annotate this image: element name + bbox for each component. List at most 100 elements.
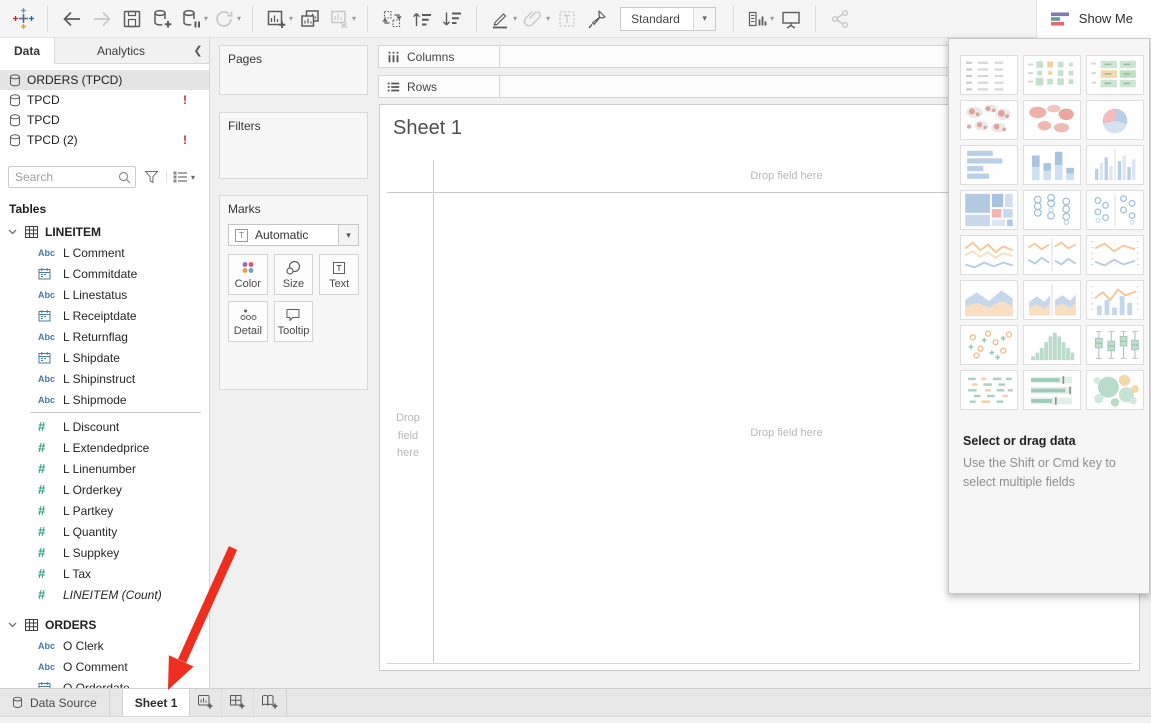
datasource-item[interactable]: TPCD: [0, 110, 209, 130]
marks-tooltip-button[interactable]: Tooltip: [274, 301, 314, 342]
mark-type-dropdown[interactable]: T Automatic ▾: [228, 224, 359, 246]
redo-button[interactable]: [89, 5, 115, 33]
showme-histogram[interactable]: [1023, 325, 1081, 365]
showme-highlight-table[interactable]: [1086, 55, 1144, 95]
marks-color-button[interactable]: Color: [228, 254, 268, 295]
marks-size-button[interactable]: Size: [274, 254, 314, 295]
search-input[interactable]: [8, 166, 136, 188]
new-sheet-icon: [197, 694, 214, 712]
datasource-item[interactable]: TPCD!: [0, 90, 209, 110]
field-item[interactable]: #L Tax: [0, 563, 209, 584]
field-item[interactable]: #LINEITEM (Count): [0, 584, 209, 605]
field-item[interactable]: #L Partkey: [0, 500, 209, 521]
field-item[interactable]: AbcL Returnflag: [0, 326, 209, 347]
field-item[interactable]: AbcL Shipinstruct: [0, 368, 209, 389]
field-label: L Shipmode: [63, 393, 127, 407]
duplicate-sheet-button[interactable]: [297, 5, 323, 33]
collapse-pane-icon[interactable]: ❮: [187, 38, 209, 63]
showme-gantt[interactable]: [960, 370, 1018, 410]
showme-side-by-side-circles[interactable]: [1086, 190, 1144, 230]
field-item[interactable]: AbcO Clerk: [0, 635, 209, 656]
showme-dual-lines[interactable]: [1086, 235, 1144, 275]
showme-continuous-area[interactable]: [960, 280, 1018, 320]
showme-stacked-bars[interactable]: [1023, 145, 1081, 185]
field-item[interactable]: AbcL Linestatus: [0, 284, 209, 305]
tab-data-source[interactable]: Data Source: [0, 689, 110, 716]
marks-text-button[interactable]: Text: [319, 254, 359, 295]
filter-fields-icon[interactable]: [141, 170, 161, 184]
calendar-icon: [38, 267, 63, 280]
field-item[interactable]: O Orderdate: [0, 677, 209, 688]
showme-packed-bubbles[interactable]: [1086, 370, 1144, 410]
tab-analytics[interactable]: Analytics: [55, 38, 187, 63]
group-members-button[interactable]: ▾: [521, 5, 550, 33]
run-update-button[interactable]: ▾: [212, 5, 241, 33]
new-data-source-button[interactable]: [149, 5, 175, 33]
showme-treemap[interactable]: [960, 190, 1018, 230]
new-story-tab-button[interactable]: [254, 689, 286, 716]
field-item[interactable]: #L Quantity: [0, 521, 209, 542]
showme-horizontal-bars[interactable]: [960, 145, 1018, 185]
show-me-button[interactable]: Show Me: [1036, 0, 1151, 38]
field-item[interactable]: AbcL Comment: [0, 242, 209, 263]
highlight-button[interactable]: ▾: [488, 5, 517, 33]
chevron-down-icon: [8, 229, 18, 235]
swap-rows-and-columns-button[interactable]: [379, 5, 405, 33]
field-item[interactable]: L Commitdate: [0, 263, 209, 284]
showme-discrete-area[interactable]: [1023, 280, 1081, 320]
marks-detail-button[interactable]: Detail: [228, 301, 268, 342]
showme-discrete-lines[interactable]: [1023, 235, 1081, 275]
showme-continuous-lines[interactable]: [960, 235, 1018, 275]
chevron-down-icon[interactable]: ▾: [338, 225, 358, 245]
new-worksheet-tab-button[interactable]: [190, 689, 222, 716]
tab-data[interactable]: Data: [0, 38, 55, 64]
presentation-mode-button[interactable]: [778, 5, 804, 33]
table-group-header[interactable]: LINEITEM: [0, 221, 209, 242]
showme-side-by-side-bars[interactable]: [1086, 145, 1144, 185]
new-dashboard-tab-button[interactable]: [222, 689, 254, 716]
showme-pie-chart[interactable]: [1086, 100, 1144, 140]
showme-text-table[interactable]: [960, 55, 1018, 95]
datasource-item[interactable]: ORDERS (TPCD): [0, 70, 209, 90]
clear-sheet-button[interactable]: ▾: [327, 5, 356, 33]
fix-axes-button[interactable]: [584, 5, 610, 33]
show-hide-cards-button[interactable]: ▾: [745, 5, 774, 33]
filters-shelf[interactable]: Filters: [219, 112, 368, 179]
table-group-header[interactable]: ORDERS: [0, 614, 209, 635]
showme-filled-map[interactable]: [1023, 100, 1081, 140]
view-options-icon[interactable]: ▾: [166, 171, 195, 183]
field-item[interactable]: #L Linenumber: [0, 458, 209, 479]
field-item[interactable]: L Shipdate: [0, 347, 209, 368]
pages-shelf[interactable]: Pages: [219, 45, 368, 95]
undo-button[interactable]: [59, 5, 85, 33]
new-worksheet-button[interactable]: ▾: [264, 5, 293, 33]
field-item[interactable]: #L Extendedprice: [0, 437, 209, 458]
field-item[interactable]: #L Discount: [0, 416, 209, 437]
drop-zone-rows[interactable]: Drop field here: [386, 410, 430, 463]
tableau-logo-button[interactable]: [10, 5, 36, 33]
showme-circle-views[interactable]: [1023, 190, 1081, 230]
sort-ascending-button[interactable]: [409, 5, 435, 33]
presentation-icon: [779, 7, 803, 31]
field-item[interactable]: #L Orderkey: [0, 479, 209, 500]
showme-heat-map[interactable]: [1023, 55, 1081, 95]
showme-bullet-graph[interactable]: [1023, 370, 1081, 410]
field-item[interactable]: AbcL Shipmode: [0, 389, 209, 410]
sort-descending-button[interactable]: [439, 5, 465, 33]
datasource-item[interactable]: TPCD (2)!: [0, 130, 209, 150]
showme-scatter-plot[interactable]: [960, 325, 1018, 365]
tab-sheet-1[interactable]: Sheet 1: [122, 689, 191, 716]
pause-auto-updates-button[interactable]: ▾: [179, 5, 208, 33]
field-item[interactable]: #L Suppkey: [0, 542, 209, 563]
showme-dual-combination[interactable]: [1086, 280, 1144, 320]
show-mark-labels-button[interactable]: [554, 5, 580, 33]
add-data-icon: [150, 7, 174, 31]
field-item[interactable]: L Receiptdate: [0, 305, 209, 326]
chevron-down-icon: ▾: [513, 14, 517, 23]
fit-selector[interactable]: Standard▾: [620, 7, 716, 31]
share-workbook-button[interactable]: [827, 5, 853, 33]
save-button[interactable]: [119, 5, 145, 33]
showme-box-and-whisker[interactable]: [1086, 325, 1144, 365]
showme-symbol-map[interactable]: [960, 100, 1018, 140]
field-item[interactable]: AbcO Comment: [0, 656, 209, 677]
